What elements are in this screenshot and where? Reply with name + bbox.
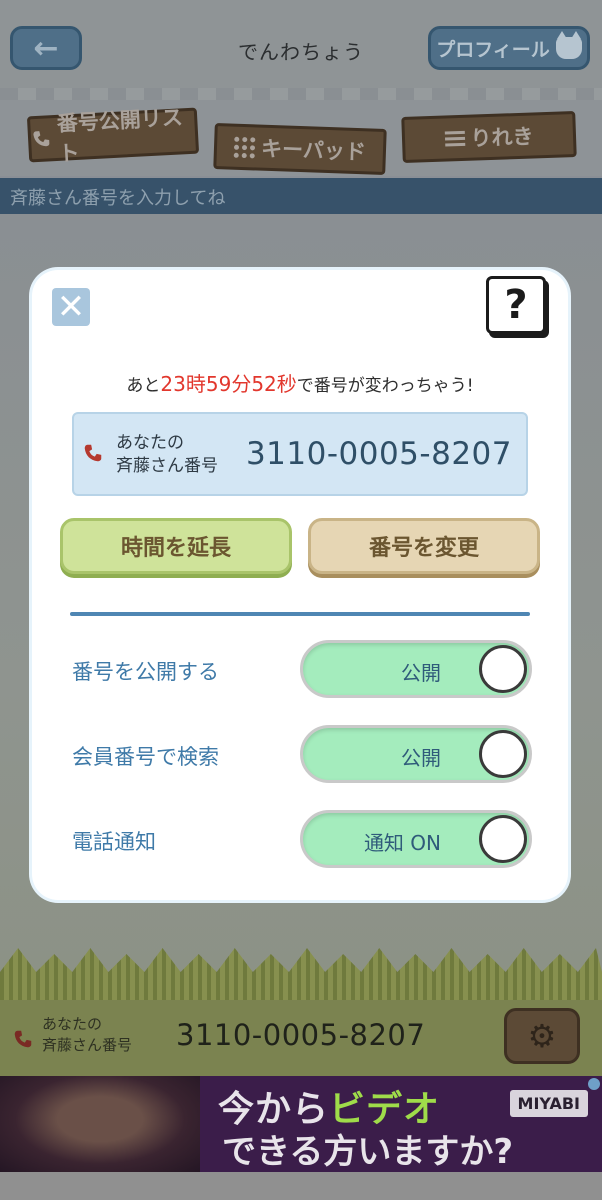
phone-icon <box>84 444 102 462</box>
toggle-state-text: 通知 ON <box>363 831 441 855</box>
toggle-state-text: 公開 <box>401 746 441 770</box>
bottom-strip <box>0 1172 602 1200</box>
tab-public-list-label: 番号公開リスト <box>56 105 184 166</box>
toggle-knob[interactable] <box>479 645 527 693</box>
my-number: 3110-0005-8207 <box>245 436 512 472</box>
setting-row-publish: 番号を公開する 公開 <box>72 640 532 700</box>
tab-keypad[interactable]: キーパッド <box>213 123 387 175</box>
notification-toggle[interactable]: 通知 ON <box>300 810 532 868</box>
ad-banner[interactable]: 今からビデオ できる方いますか? MIYABI <box>0 1076 602 1172</box>
header-bar: ← でんわちょう プロフィール <box>0 0 602 100</box>
toggle-knob[interactable] <box>479 815 527 863</box>
tab-keypad-label: キーパッド <box>260 136 367 165</box>
gear-icon: ⚙ <box>527 1017 557 1055</box>
ad-info-icon[interactable] <box>588 1078 600 1090</box>
toggle-knob[interactable] <box>479 730 527 778</box>
list-icon <box>444 130 465 147</box>
footer-bar: あなたの 斉藤さん番号 3110-0005-8207 ⚙ <box>0 1000 602 1076</box>
keypad-icon <box>233 136 256 158</box>
phone-icon <box>14 1030 32 1048</box>
tab-history-label: りれき <box>470 124 534 151</box>
setting-label: 番号を公開する <box>72 660 219 684</box>
tab-bar: 番号公開リスト キーパッド りれき <box>0 100 602 176</box>
close-icon: ✕ <box>56 287 86 327</box>
ad-brand-logo: MIYABI <box>509 1090 588 1117</box>
tab-public-list[interactable]: 番号公開リスト <box>26 105 200 166</box>
my-number-box: あなたの 斉藤さん番号 3110-0005-8207 <box>72 412 528 496</box>
cat-icon <box>555 31 582 59</box>
profile-button[interactable]: プロフィール <box>428 26 590 70</box>
setting-row-notification: 電話通知 通知 ON <box>72 810 532 870</box>
countdown-minutes: 59 <box>205 372 232 396</box>
search-toggle[interactable]: 公開 <box>300 725 532 783</box>
footer-number: 3110-0005-8207 <box>176 1018 426 1052</box>
countdown-text: あと23時59分52秒で番号が変わっちゃう! <box>126 372 474 396</box>
setting-row-search: 会員番号で検索 公開 <box>72 725 532 785</box>
phone-number-dialog: ✕ ? あと23時59分52秒で番号が変わっちゃう! あなたの 斉藤さん番号 3… <box>32 270 568 900</box>
help-button[interactable]: ? <box>486 276 546 334</box>
close-button[interactable]: ✕ <box>52 288 90 326</box>
change-number-button[interactable]: 番号を変更 <box>308 518 540 574</box>
countdown-seconds: 52 <box>251 372 277 396</box>
ad-subline: できる方いますか? <box>222 1132 514 1172</box>
extend-time-button[interactable]: 時間を延長 <box>60 518 292 574</box>
ad-photo <box>0 1076 200 1172</box>
toggle-state-text: 公開 <box>401 661 441 685</box>
countdown-hours: 23 <box>160 372 186 396</box>
footer-number-label: あなたの 斉藤さん番号 <box>42 1015 133 1054</box>
divider <box>70 612 530 616</box>
setting-label: 電話通知 <box>72 830 156 854</box>
setting-label: 会員番号で検索 <box>72 745 219 769</box>
publish-toggle[interactable]: 公開 <box>300 640 532 698</box>
profile-button-label: プロフィール <box>436 38 550 61</box>
tab-history[interactable]: りれき <box>401 110 577 164</box>
question-icon: ? <box>504 282 528 328</box>
settings-button[interactable]: ⚙ <box>504 1008 580 1064</box>
phone-icon <box>33 131 50 147</box>
my-number-label: あなたの 斉藤さん番号 <box>116 433 218 476</box>
number-input-hint[interactable]: 斉藤さん番号を入力してね <box>0 178 602 214</box>
